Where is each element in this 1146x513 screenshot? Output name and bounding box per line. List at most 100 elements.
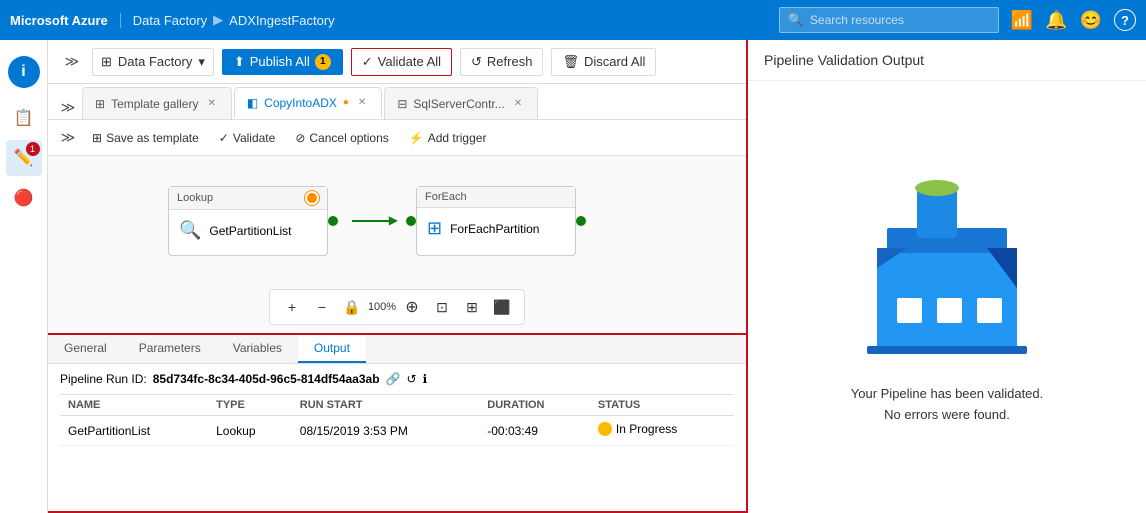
foreach-node-wrapper: ForEach ⊞ ForEachPartition: [416, 186, 576, 256]
tab-label-sql: SqlServerContr...: [413, 97, 504, 111]
row-duration: -00:03:49: [479, 416, 590, 446]
row-run-start: 08/15/2019 3:53 PM: [292, 416, 479, 446]
validate-button[interactable]: ✓ Validate: [211, 127, 284, 149]
validation-message: Your Pipeline has been validated. No err…: [851, 384, 1044, 426]
search-box[interactable]: 🔍: [779, 7, 999, 33]
tool-dark[interactable]: ⬛: [488, 293, 516, 321]
output-tab-parameters[interactable]: Parameters: [123, 335, 217, 363]
table-row[interactable]: GetPartitionList Lookup 08/15/2019 3:53 …: [60, 416, 734, 446]
tab-close-sql[interactable]: ✕: [511, 97, 525, 110]
col-run-start: RUN START: [292, 395, 479, 416]
foreach-node-label: ForEachPartition: [450, 222, 539, 236]
output-tab-general[interactable]: General: [48, 335, 123, 363]
breadcrumb-datafactory[interactable]: Data Factory: [133, 13, 207, 28]
canvas-output-container: Lookup 🔍 GetPartitionList: [48, 156, 746, 513]
main-layout: i 📋 ✏️ 1 🔴 ≫ ⊞ Data Factory ▾ ⬆ Publish …: [0, 40, 1146, 513]
foreach-node-header: ForEach: [417, 187, 575, 208]
validation-content: Your Pipeline has been validated. No err…: [748, 81, 1146, 513]
publish-icon: ⬆: [234, 54, 245, 70]
output-tab-output[interactable]: Output: [298, 335, 366, 363]
tool-remove[interactable]: −: [308, 293, 336, 321]
tool-zoom[interactable]: 100%: [368, 293, 396, 321]
validate-all-label: Validate All: [378, 54, 441, 69]
foreach-connector-left: [406, 216, 416, 226]
sidebar-icon-page[interactable]: 📋: [6, 100, 42, 136]
sidebar-icon-edit[interactable]: ✏️ 1: [6, 140, 42, 176]
smiley-icon[interactable]: 😊: [1080, 10, 1102, 31]
validate-label: Validate: [233, 131, 275, 145]
add-trigger-button[interactable]: ⚡ Add trigger: [401, 127, 495, 149]
publish-badge: 1: [315, 54, 331, 70]
cancel-icon: ⊘: [295, 131, 305, 145]
df-chevron-icon: ▾: [198, 54, 205, 70]
run-id-link-icon[interactable]: 🔗: [386, 372, 401, 386]
publish-all-button[interactable]: ⬆ Publish All 1: [222, 49, 343, 75]
row-status: In Progress: [590, 416, 734, 446]
lookup-status-dot: [305, 191, 319, 205]
tab-close-copy[interactable]: ✕: [355, 96, 369, 109]
validation-message-line1: Your Pipeline has been validated.: [851, 386, 1044, 401]
save-template-label: Save as template: [106, 131, 199, 145]
output-content: Pipeline Run ID: 85d734fc-8c34-405d-96c5…: [48, 364, 746, 511]
tool-lock[interactable]: 🔒: [338, 293, 366, 321]
pipeline-run-id-row: Pipeline Run ID: 85d734fc-8c34-405d-96c5…: [60, 372, 734, 386]
breadcrumb-sep1: ▶: [213, 12, 223, 28]
canvas-area[interactable]: Lookup 🔍 GetPartitionList: [48, 156, 746, 333]
top-navigation: Microsoft Azure Data Factory ▶ ADXIngest…: [0, 0, 1146, 40]
breadcrumb-factory[interactable]: ADXIngestFactory: [229, 13, 335, 28]
validation-header: Pipeline Validation Output: [748, 40, 1146, 81]
discard-all-button[interactable]: 🗑 Discard All: [551, 48, 656, 76]
foreach-node[interactable]: ForEach ⊞ ForEachPartition: [416, 186, 576, 256]
edit-badge: 1: [26, 142, 40, 156]
lookup-node[interactable]: Lookup 🔍 GetPartitionList: [168, 186, 328, 256]
sidebar-icon-monitor[interactable]: 🔴: [6, 180, 42, 216]
validate-checkmark-icon: ✓: [362, 54, 373, 70]
tool-select[interactable]: ⊡: [428, 293, 456, 321]
notification-icon[interactable]: 🔔: [1045, 10, 1067, 31]
sub-expand-button[interactable]: ≫: [56, 126, 80, 150]
table-header-row: NAME TYPE RUN START DURATION STATUS: [60, 395, 734, 416]
sidebar: i 📋 ✏️ 1 🔴: [0, 40, 48, 513]
brand-label: Microsoft Azure: [10, 13, 121, 28]
main-toolbar: ≫ ⊞ Data Factory ▾ ⬆ Publish All 1 ✓ Val…: [48, 40, 746, 84]
pipeline-run-id-label: Pipeline Run ID:: [60, 372, 147, 386]
trigger-icon: ⚡: [409, 131, 424, 145]
tab-template-gallery[interactable]: ⊞ Template gallery ✕: [82, 87, 232, 119]
sub-toolbar: ≫ ⊞ Save as template ✓ Validate ⊘ Cancel…: [48, 120, 746, 156]
df-label[interactable]: ⊞ Data Factory ▾: [92, 48, 214, 76]
wifi-icon[interactable]: 📶: [1011, 10, 1033, 31]
output-tab-variables[interactable]: Variables: [217, 335, 298, 363]
tabs-expand-button[interactable]: ≫: [56, 95, 80, 119]
lookup-icon: 🔍: [179, 220, 201, 241]
search-input[interactable]: [810, 13, 990, 27]
tab-label-copy: CopyIntoADX: [264, 96, 337, 110]
run-id-refresh-icon[interactable]: ↺: [407, 372, 417, 386]
output-panel: General Parameters Variables Output Pipe…: [48, 333, 746, 513]
col-name: NAME: [60, 395, 208, 416]
validate-icon: ✓: [219, 131, 229, 145]
expand-button[interactable]: ≫: [60, 50, 84, 74]
tab-icon-template: ⊞: [95, 97, 105, 111]
col-duration: DURATION: [479, 395, 590, 416]
refresh-button[interactable]: ↺ Refresh: [460, 48, 543, 76]
tab-sql-server[interactable]: ⊟ SqlServerContr... ✕: [384, 87, 538, 119]
help-icon[interactable]: ?: [1114, 9, 1136, 31]
tool-add[interactable]: +: [278, 293, 306, 321]
tool-grid[interactable]: ⊞: [458, 293, 486, 321]
info-icon[interactable]: i: [8, 56, 40, 88]
save-as-template-button[interactable]: ⊞ Save as template: [84, 127, 207, 149]
factory-illustration: [847, 168, 1047, 368]
lookup-node-label: GetPartitionList: [209, 224, 291, 238]
run-id-info-icon[interactable]: ℹ: [423, 372, 428, 386]
tab-copy-into-adx[interactable]: ◧ CopyIntoADX ● ✕: [234, 87, 382, 119]
tool-fit[interactable]: ⊕: [398, 293, 426, 321]
status-text: In Progress: [616, 422, 677, 436]
arrow-icon: ▶: [389, 213, 398, 227]
status-badge: In Progress: [598, 422, 677, 436]
validate-all-button[interactable]: ✓ Validate All: [351, 48, 452, 76]
cancel-options-button[interactable]: ⊘ Cancel options: [287, 127, 396, 149]
publish-label: Publish All: [250, 54, 310, 69]
df-icon: ⊞: [101, 54, 112, 70]
cancel-label: Cancel options: [309, 131, 388, 145]
tab-close-template[interactable]: ✕: [204, 97, 218, 110]
